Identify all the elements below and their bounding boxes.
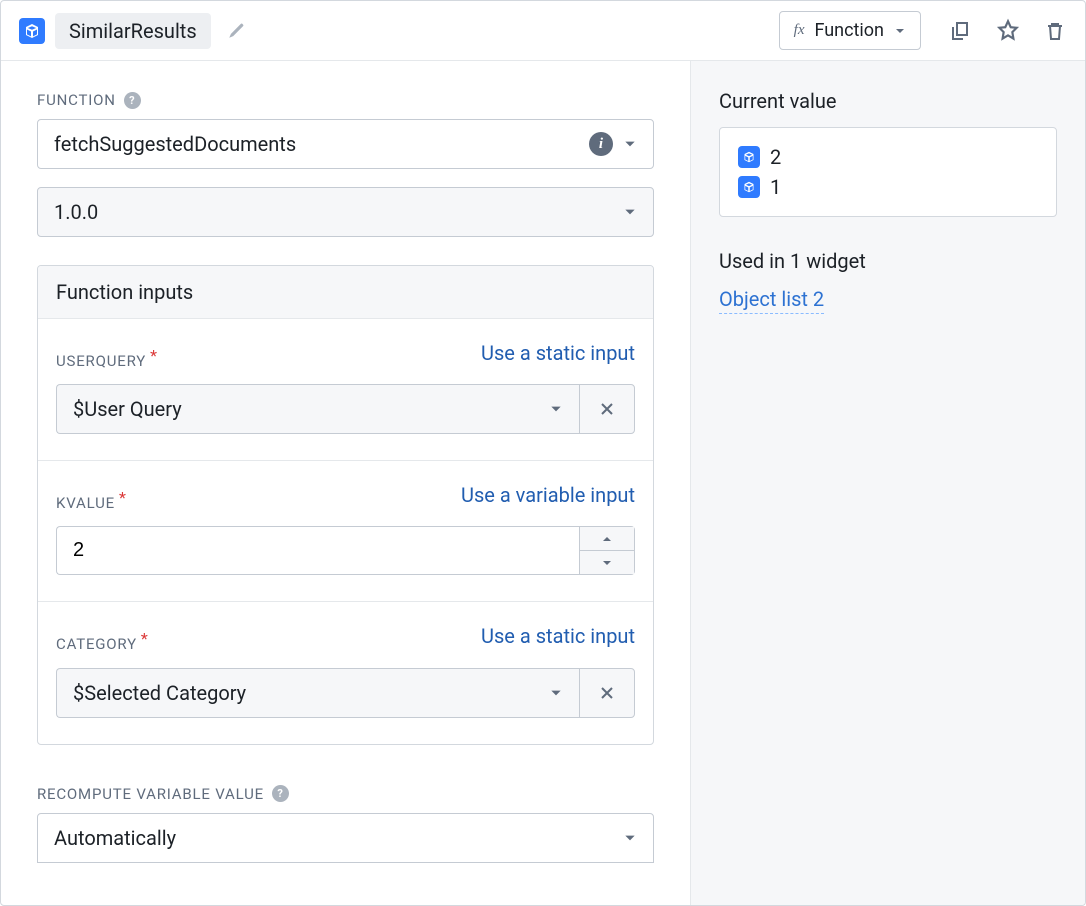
- cube-icon: [738, 146, 760, 168]
- value-row: 2: [738, 142, 1038, 172]
- star-button[interactable]: [995, 18, 1021, 44]
- use-static-input-link[interactable]: Use a static input: [481, 341, 635, 365]
- use-variable-input-link[interactable]: Use a variable input: [461, 483, 635, 507]
- input-kvalue: KVALUE* Use a variable input: [38, 461, 653, 602]
- kvalue-input[interactable]: [56, 526, 579, 575]
- widget-link[interactable]: Object list 2: [719, 287, 824, 314]
- input-label: CATEGORY*: [56, 624, 149, 653]
- kvalue-step-down[interactable]: [579, 550, 635, 575]
- type-selector[interactable]: fx Function: [779, 11, 921, 50]
- close-icon: [599, 401, 615, 417]
- panel-title-chip: SimilarResults: [55, 13, 211, 49]
- kvalue-step-up[interactable]: [579, 526, 635, 550]
- help-icon[interactable]: ?: [124, 92, 141, 109]
- cube-icon: [738, 176, 760, 198]
- panel-header: SimilarResults fx Function: [1, 1, 1085, 61]
- use-static-input-link[interactable]: Use a static input: [481, 624, 635, 648]
- function-inputs-card: Function inputs USERQUERY* Use a static …: [37, 265, 654, 745]
- info-icon[interactable]: i: [589, 132, 613, 156]
- current-value-card: 2 1: [719, 127, 1057, 217]
- function-section-label: FUNCTION ?: [37, 91, 654, 109]
- chevron-up-icon: [601, 535, 613, 543]
- close-icon: [599, 685, 615, 701]
- chevron-down-icon: [623, 205, 637, 219]
- recompute-select[interactable]: Automatically: [37, 813, 654, 863]
- function-name-select[interactable]: fetchSuggestedDocuments i: [37, 119, 654, 169]
- chevron-down-icon: [623, 137, 637, 151]
- edit-title-button[interactable]: [221, 18, 251, 44]
- function-inputs-header: Function inputs: [38, 266, 653, 319]
- recompute-label: RECOMPUTE VARIABLE VALUE ?: [37, 785, 654, 803]
- chevron-down-icon: [549, 402, 563, 416]
- category-select: $Selected Category: [56, 668, 635, 718]
- value-row: 1: [738, 172, 1038, 202]
- category-select-field[interactable]: $Selected Category: [56, 668, 579, 718]
- cube-icon: [19, 18, 45, 44]
- current-value-label: Current value: [719, 89, 1057, 113]
- duplicate-button[interactable]: [949, 19, 973, 43]
- main-column: FUNCTION ? fetchSuggestedDocuments i 1.0…: [1, 61, 691, 905]
- chevron-down-icon: [623, 831, 637, 845]
- kvalue-field: [56, 526, 635, 575]
- input-category: CATEGORY* Use a static input $Selected C…: [38, 602, 653, 743]
- userquery-select: $User Query: [56, 384, 635, 434]
- config-panel: SimilarResults fx Function FUNCTION: [0, 0, 1086, 906]
- fx-icon: fx: [794, 22, 805, 39]
- used-in-label: Used in 1 widget: [719, 249, 1057, 273]
- type-label: Function: [814, 20, 884, 41]
- header-actions: [949, 18, 1067, 44]
- clear-category-button[interactable]: [579, 668, 635, 718]
- input-userquery: USERQUERY* Use a static input $User Quer…: [38, 319, 653, 461]
- clear-userquery-button[interactable]: [579, 384, 635, 434]
- userquery-select-field[interactable]: $User Query: [56, 384, 579, 434]
- chevron-down-icon: [601, 559, 613, 567]
- help-icon[interactable]: ?: [272, 785, 289, 802]
- delete-button[interactable]: [1043, 19, 1067, 43]
- chevron-down-icon: [549, 686, 563, 700]
- input-label: USERQUERY*: [56, 341, 158, 370]
- chevron-down-icon: [894, 25, 906, 37]
- input-label: KVALUE*: [56, 483, 127, 512]
- function-version-select[interactable]: 1.0.0: [37, 187, 654, 237]
- side-column: Current value 2 1 Used in 1 widget Objec…: [691, 61, 1085, 905]
